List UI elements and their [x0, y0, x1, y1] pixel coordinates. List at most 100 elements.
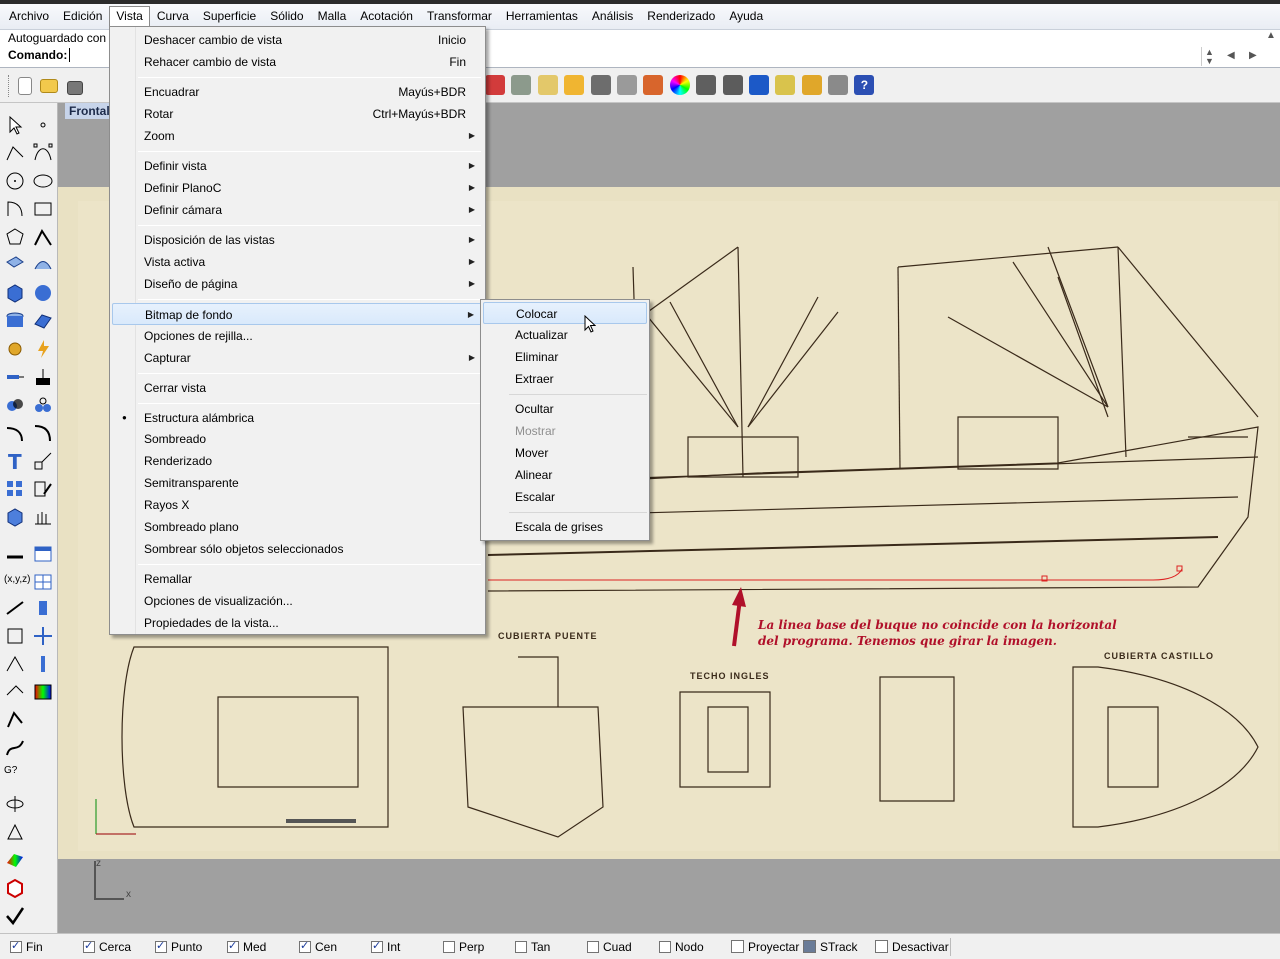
submenu-item-mover[interactable]: Mover — [483, 442, 647, 464]
mirror-icon[interactable] — [32, 653, 54, 675]
menu-superficie[interactable]: Superficie — [196, 6, 263, 28]
toolbar-grip[interactable] — [8, 75, 11, 97]
checkbox-icon[interactable] — [443, 941, 455, 953]
menu-herramientas[interactable]: Herramientas — [499, 6, 585, 28]
menu-item-definir-planoc[interactable]: Definir PlanoC ▶ — [112, 177, 483, 199]
loft-icon[interactable] — [32, 254, 54, 276]
osnap-proyectar[interactable]: Proyectar — [731, 940, 799, 954]
checkbox-icon[interactable] — [587, 941, 599, 953]
menu-ayuda[interactable]: Ayuda — [722, 6, 770, 28]
grid-icon[interactable] — [537, 75, 558, 95]
menu-solido[interactable]: Sólido — [263, 6, 310, 28]
spline-icon[interactable] — [4, 737, 26, 759]
checkbox-icon[interactable] — [875, 940, 888, 953]
circle-icon[interactable] — [4, 170, 26, 192]
menu-vista[interactable]: Vista — [109, 6, 150, 28]
checkbox-icon[interactable] — [299, 939, 311, 953]
osnap-cuad[interactable]: Cuad — [587, 940, 632, 954]
menu-item-opciones-visualizacion[interactable]: Opciones de visualización... — [112, 590, 483, 612]
section-icon[interactable] — [4, 793, 26, 815]
continuity-icon[interactable]: G? — [4, 765, 26, 787]
text-icon[interactable] — [32, 366, 54, 388]
select-arrow-icon[interactable] — [4, 114, 26, 136]
array-icon[interactable] — [4, 478, 26, 500]
submenu-item-escalar[interactable]: Escalar — [483, 486, 647, 508]
submenu-item-escala-grises[interactable]: Escala de grises — [483, 516, 647, 538]
menu-item-sombreado[interactable]: Sombreado — [112, 428, 483, 450]
open-folder-icon[interactable] — [40, 79, 58, 93]
submenu-item-ocultar[interactable]: Ocultar — [483, 398, 647, 420]
color-wheel-icon[interactable] — [669, 75, 690, 95]
lightning-icon[interactable] — [32, 338, 54, 360]
menu-item-estructura-alambrica[interactable]: ● Estructura alámbrica — [112, 407, 483, 429]
menu-item-disposicion-vistas[interactable]: Disposición de las vistas ▶ — [112, 229, 483, 251]
viewport-title[interactable]: Frontal — [65, 103, 114, 119]
menu-curva[interactable]: Curva — [150, 6, 196, 28]
calendar-icon[interactable] — [616, 75, 637, 95]
blend-icon[interactable] — [32, 422, 54, 444]
layers-icon[interactable] — [643, 75, 664, 95]
menu-item-cerrar-vista[interactable]: Cerrar vista — [112, 377, 483, 399]
menu-item-capturar[interactable]: Capturar ▶ — [112, 347, 483, 369]
menu-item-rotar[interactable]: Rotar Ctrl+Mayús+BDR — [112, 103, 483, 125]
checkbox-icon[interactable] — [10, 939, 22, 953]
checkbox-icon[interactable] — [803, 940, 816, 953]
cube-icon[interactable] — [4, 506, 26, 528]
submenu-item-eliminar[interactable]: Eliminar — [483, 346, 647, 368]
menu-item-diseno-pagina[interactable]: Diseño de página ▶ — [112, 273, 483, 295]
menu-item-sombreado-plano[interactable]: Sombreado plano — [112, 516, 483, 538]
osnap-strack[interactable]: STrack — [803, 940, 858, 954]
menu-item-propiedades-vista[interactable]: Propiedades de la vista... — [112, 612, 483, 634]
brush-icon[interactable] — [775, 75, 796, 95]
point-icon[interactable] — [32, 114, 54, 136]
menu-malla[interactable]: Malla — [311, 6, 354, 28]
print-icon[interactable] — [67, 81, 83, 95]
plane-icon[interactable] — [32, 310, 54, 332]
ellipse-icon[interactable] — [32, 170, 54, 192]
gumball-icon[interactable] — [32, 506, 54, 528]
command-scrollbar[interactable]: ▲ ▼ — [1201, 47, 1215, 66]
analysis-icon[interactable] — [32, 681, 54, 703]
camera-icon[interactable] — [590, 75, 611, 95]
osnap-perp[interactable]: Perp — [443, 940, 484, 954]
osnap-int[interactable]: Int — [371, 939, 400, 954]
menu-item-opciones-rejilla[interactable]: Opciones de rejilla... — [112, 325, 483, 347]
menu-item-encuadrar[interactable]: Encuadrar Mayús+BDR — [112, 81, 483, 103]
menu-transformar[interactable]: Transformar — [420, 6, 499, 28]
menu-acotacion[interactable]: Acotación — [353, 6, 420, 28]
command-input[interactable] — [69, 48, 70, 62]
osnap-cerca[interactable]: Cerca — [83, 939, 131, 954]
dimension-icon[interactable] — [4, 366, 26, 388]
rectangle-icon[interactable] — [32, 198, 54, 220]
coordinates-icon[interactable]: (x,y,z) — [4, 569, 30, 591]
osnap-punto[interactable]: Punto — [155, 939, 202, 954]
scale-icon[interactable] — [32, 450, 54, 472]
checkbox-icon[interactable] — [155, 939, 167, 953]
scroll-down-icon[interactable]: ▼ — [1205, 56, 1214, 66]
line-icon[interactable] — [4, 597, 26, 619]
extrude-icon[interactable] — [32, 597, 54, 619]
checkbox-icon[interactable] — [731, 940, 744, 953]
sweep-icon[interactable] — [4, 709, 26, 731]
boolean-icon[interactable] — [4, 394, 26, 416]
copy-icon[interactable] — [4, 681, 26, 703]
checkbox-icon[interactable] — [371, 939, 383, 953]
polygon-icon[interactable] — [4, 226, 26, 248]
settings-icon[interactable] — [801, 75, 822, 95]
osnap-fin[interactable]: Fin — [10, 939, 43, 954]
menu-item-definir-vista[interactable]: Definir vista ▶ — [112, 155, 483, 177]
sphere-icon[interactable] — [32, 282, 54, 304]
menu-archivo[interactable]: Archivo — [2, 6, 56, 28]
arrow-left-icon[interactable]: ◀ — [1227, 50, 1235, 61]
submenu-item-colocar[interactable]: Colocar — [483, 302, 647, 324]
menu-item-deshacer-vista[interactable]: Deshacer cambio de vista Inicio — [112, 29, 483, 51]
bounding-icon[interactable] — [4, 625, 26, 647]
history-scroll-up-icon[interactable]: ▲ — [1262, 30, 1280, 46]
ruler-icon[interactable] — [4, 543, 26, 565]
fillet-icon[interactable] — [4, 422, 26, 444]
submenu-item-alinear[interactable]: Alinear — [483, 464, 647, 486]
check-icon[interactable] — [4, 905, 26, 927]
menu-item-remallar[interactable]: Remallar — [112, 568, 483, 590]
gear-icon[interactable] — [4, 338, 26, 360]
menu-item-zoom[interactable]: Zoom ▶ — [112, 125, 483, 147]
